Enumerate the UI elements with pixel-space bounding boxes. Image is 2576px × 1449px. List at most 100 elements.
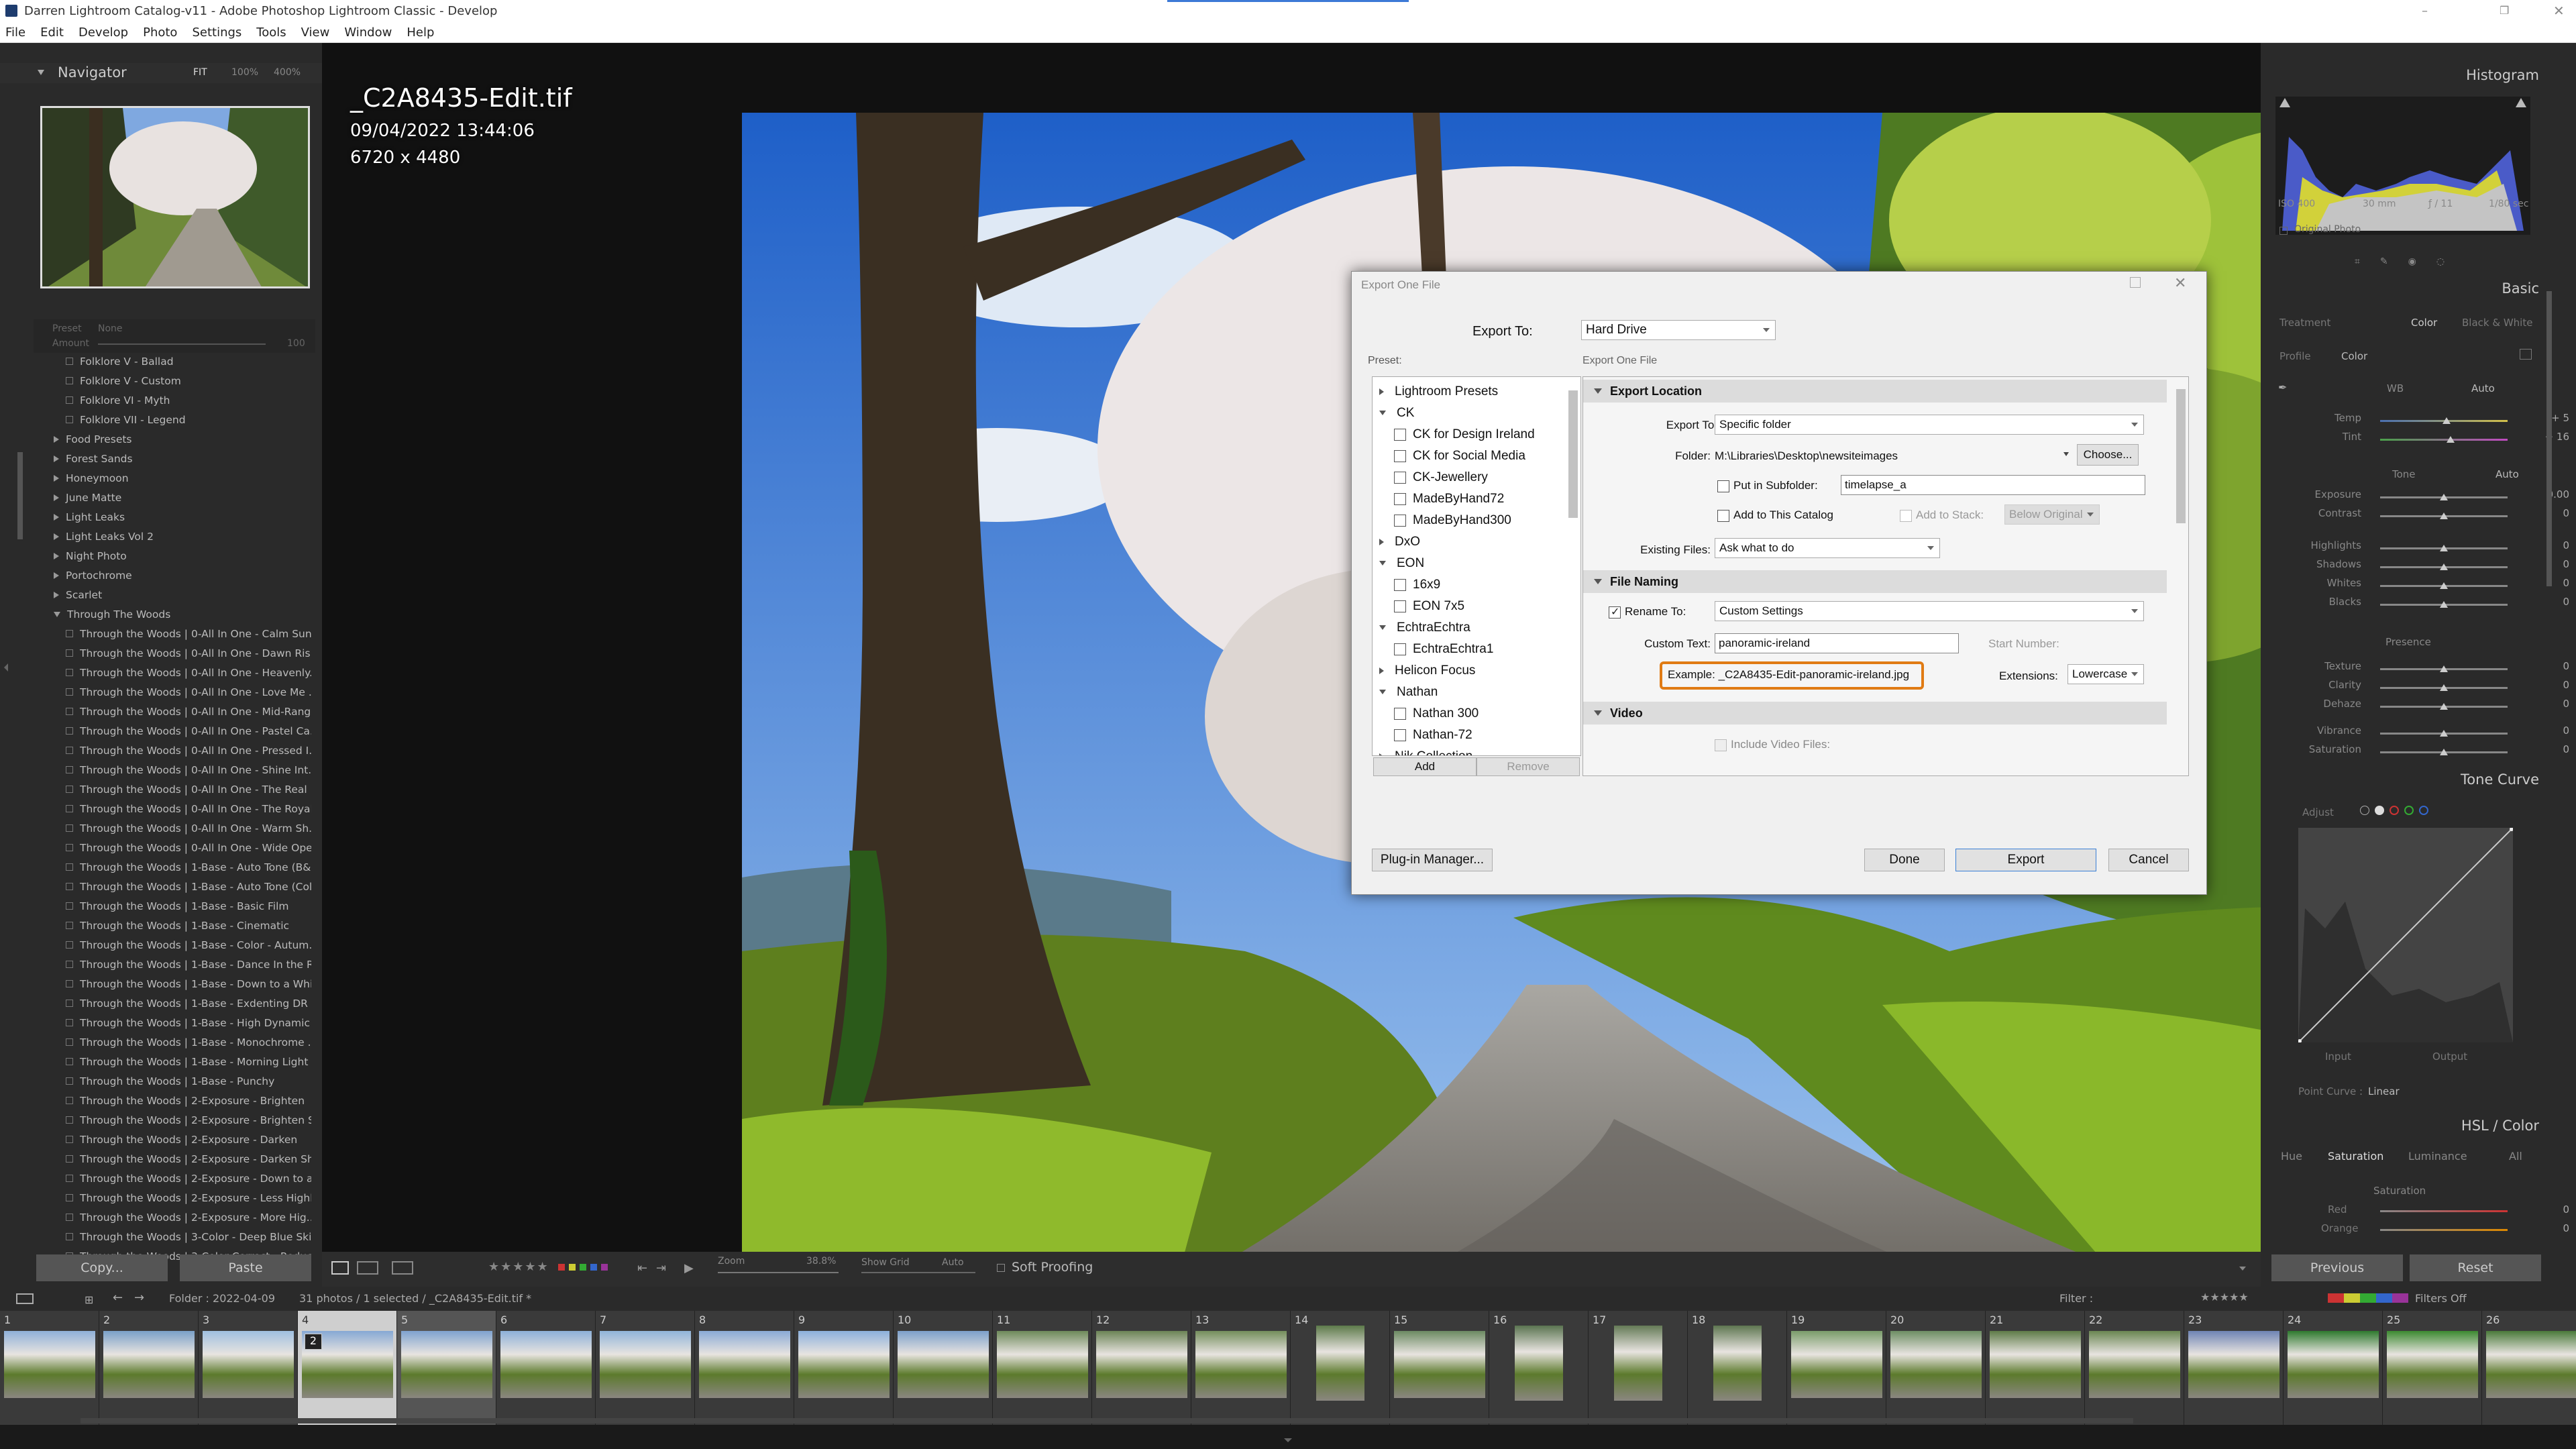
slider-knob[interactable] (2440, 545, 2448, 551)
preset-item[interactable]: Through the Woods | 0-All In One - The R… (36, 780, 311, 799)
show-grid-label[interactable]: Show Grid (861, 1257, 910, 1268)
preset-folder[interactable]: Scarlet (36, 585, 311, 604)
slider-knob[interactable] (2440, 564, 2448, 570)
slider-track[interactable] (2380, 730, 2508, 737)
thumbnail[interactable] (2387, 1331, 2478, 1398)
existing-files-select[interactable]: Ask what to do (1715, 538, 1940, 558)
filmstrip-cell[interactable]: 25 (2383, 1311, 2482, 1425)
filmstrip-cell[interactable]: 19 (1787, 1311, 1886, 1425)
preset-checkbox[interactable] (1394, 729, 1406, 741)
preset-folder[interactable]: June Matte (36, 488, 311, 507)
slider-knob[interactable] (2440, 601, 2448, 608)
export-preset-item[interactable]: MadeByHand72 (1373, 488, 1504, 509)
thumbnail[interactable] (1890, 1331, 1982, 1398)
filters-off-dropdown[interactable]: Filters Off (2415, 1292, 2467, 1305)
thumbnail[interactable] (2089, 1331, 2180, 1398)
menu-develop[interactable]: Develop (78, 25, 128, 40)
slider-knob[interactable] (2440, 513, 2448, 519)
preset-item[interactable]: Through the Woods | 1-Base - Exdenting D… (36, 994, 311, 1013)
preset-item[interactable]: Through the Woods | 0-All In One - Calm … (36, 624, 311, 643)
remove-preset-button[interactable]: Remove (1477, 757, 1580, 776)
export-preset-item[interactable]: 16x9 (1373, 574, 1440, 595)
before-after-icon[interactable] (357, 1261, 378, 1275)
filmstrip-cell[interactable]: 3 (199, 1311, 298, 1425)
hsl-title[interactable]: HSL / Color (2461, 1118, 2539, 1134)
filmstrip-cell[interactable]: 7 (596, 1311, 695, 1425)
purple-label-icon[interactable] (601, 1264, 608, 1271)
rgb-curve-icon[interactable] (2375, 806, 2384, 815)
preset-folder[interactable]: Portochrome (36, 566, 311, 585)
preset-item[interactable]: Folklore VII - Legend (36, 410, 311, 429)
filmstrip-cell[interactable]: 21 (1986, 1311, 2085, 1425)
slider-value[interactable]: 0 (2529, 724, 2569, 737)
hsl-red-slider[interactable] (2380, 1210, 2508, 1212)
export-preset-folder[interactable]: DxO (1373, 531, 1420, 552)
collapsed-arrow-icon[interactable] (1379, 538, 1384, 545)
loupe-view-icon[interactable] (331, 1261, 349, 1275)
copy-button[interactable]: Copy... (36, 1254, 168, 1281)
preset-checkbox[interactable] (1394, 643, 1406, 655)
subfolder-input[interactable]: timelapse_a (1841, 475, 2145, 495)
filmstrip-cell[interactable]: 20 (1886, 1311, 1986, 1425)
thumbnail[interactable] (1713, 1326, 1762, 1401)
thumbnail[interactable] (600, 1331, 691, 1398)
previous-button[interactable]: Previous (2271, 1254, 2403, 1281)
preset-item[interactable]: Through the Woods | 0-All In One - Press… (36, 741, 311, 760)
file-naming-header[interactable]: File Naming (1583, 570, 2167, 593)
grid-auto[interactable]: Auto (942, 1257, 964, 1268)
filmstrip-cell[interactable]: 8 (695, 1311, 794, 1425)
cancel-button[interactable]: Cancel (2108, 849, 2189, 871)
preset-folder[interactable]: Light Leaks (36, 507, 311, 527)
filter-flags[interactable] (2328, 1293, 2408, 1303)
slider-knob[interactable] (2440, 494, 2448, 500)
thumbnail[interactable] (997, 1331, 1088, 1398)
filmstrip-cell[interactable]: 10 (894, 1311, 993, 1425)
stack-position-select[interactable]: Below Original (2004, 504, 2100, 525)
next-photo-icon[interactable]: ⇥ (656, 1261, 666, 1275)
extensions-select[interactable]: Lowercase (2068, 664, 2144, 684)
slider-knob[interactable] (2440, 749, 2448, 755)
thumbnail[interactable] (798, 1331, 890, 1398)
preset-item[interactable]: Through the Woods | 0-All In One - Warm … (36, 818, 311, 838)
expanded-arrow-icon[interactable] (1379, 561, 1386, 566)
slider-knob[interactable] (2440, 703, 2448, 710)
red-curve-icon[interactable] (2390, 806, 2399, 815)
right-scrollbar[interactable] (2546, 291, 2552, 586)
preset-tree-scrollbar[interactable] (1568, 390, 1578, 518)
slider-track[interactable] (2380, 513, 2508, 519)
export-preset-folder[interactable]: Nathan (1373, 682, 1438, 702)
thumbnail[interactable] (1515, 1326, 1563, 1401)
menu-edit[interactable]: Edit (40, 25, 64, 40)
preset-item[interactable]: Folklore V - Ballad (36, 352, 311, 371)
paste-button[interactable]: Paste (180, 1254, 311, 1281)
add-to-stack-checkbox[interactable] (1900, 510, 1912, 522)
hsl-orange-slider[interactable] (2380, 1229, 2508, 1231)
thumbnail[interactable] (1096, 1331, 1187, 1398)
preset-folder[interactable]: Forest Sands (36, 449, 311, 468)
menu-photo[interactable]: Photo (143, 25, 177, 40)
video-header[interactable]: Video (1583, 702, 2167, 724)
add-preset-button[interactable]: Add (1373, 757, 1477, 776)
filmstrip-cell[interactable]: 26 (2482, 1311, 2576, 1425)
grid-slider[interactable] (861, 1272, 975, 1273)
preset-item[interactable]: Through the Woods | 1-Base - Morning Lig… (36, 1052, 311, 1071)
preset-item[interactable]: Through the Woods | 2-Exposure - Down to… (36, 1169, 311, 1188)
preset-item[interactable]: Through the Woods | 0-All In One - Wide … (36, 838, 311, 857)
slider-track[interactable] (2380, 703, 2508, 710)
dialog-maximize-icon[interactable] (2130, 277, 2141, 288)
navigator-header[interactable]: Navigator FIT 100% 400% (0, 63, 322, 83)
preset-item[interactable]: Through the Woods | 2-Exposure - Brighte… (36, 1110, 311, 1130)
reset-button[interactable]: Reset (2410, 1254, 2541, 1281)
export-to-select[interactable]: Hard Drive (1581, 320, 1776, 340)
filmstrip-cell[interactable]: 5 (397, 1311, 496, 1425)
tone-curve-graph[interactable] (2298, 828, 2513, 1042)
amount-slider[interactable] (98, 343, 266, 345)
thumbnail[interactable] (1394, 1331, 1485, 1398)
include-video-checkbox[interactable] (1715, 739, 1727, 751)
export-preset-folder[interactable]: Lightroom Presets (1373, 381, 1498, 402)
preset-item[interactable]: Through the Woods | 1-Base - High Dynami… (36, 1013, 311, 1032)
green-curve-icon[interactable] (2404, 806, 2414, 815)
thumbnail[interactable] (1614, 1326, 1662, 1401)
preset-item[interactable]: Through the Woods | 1-Base - Down to a W… (36, 974, 311, 994)
menu-window[interactable]: Window (344, 25, 392, 40)
